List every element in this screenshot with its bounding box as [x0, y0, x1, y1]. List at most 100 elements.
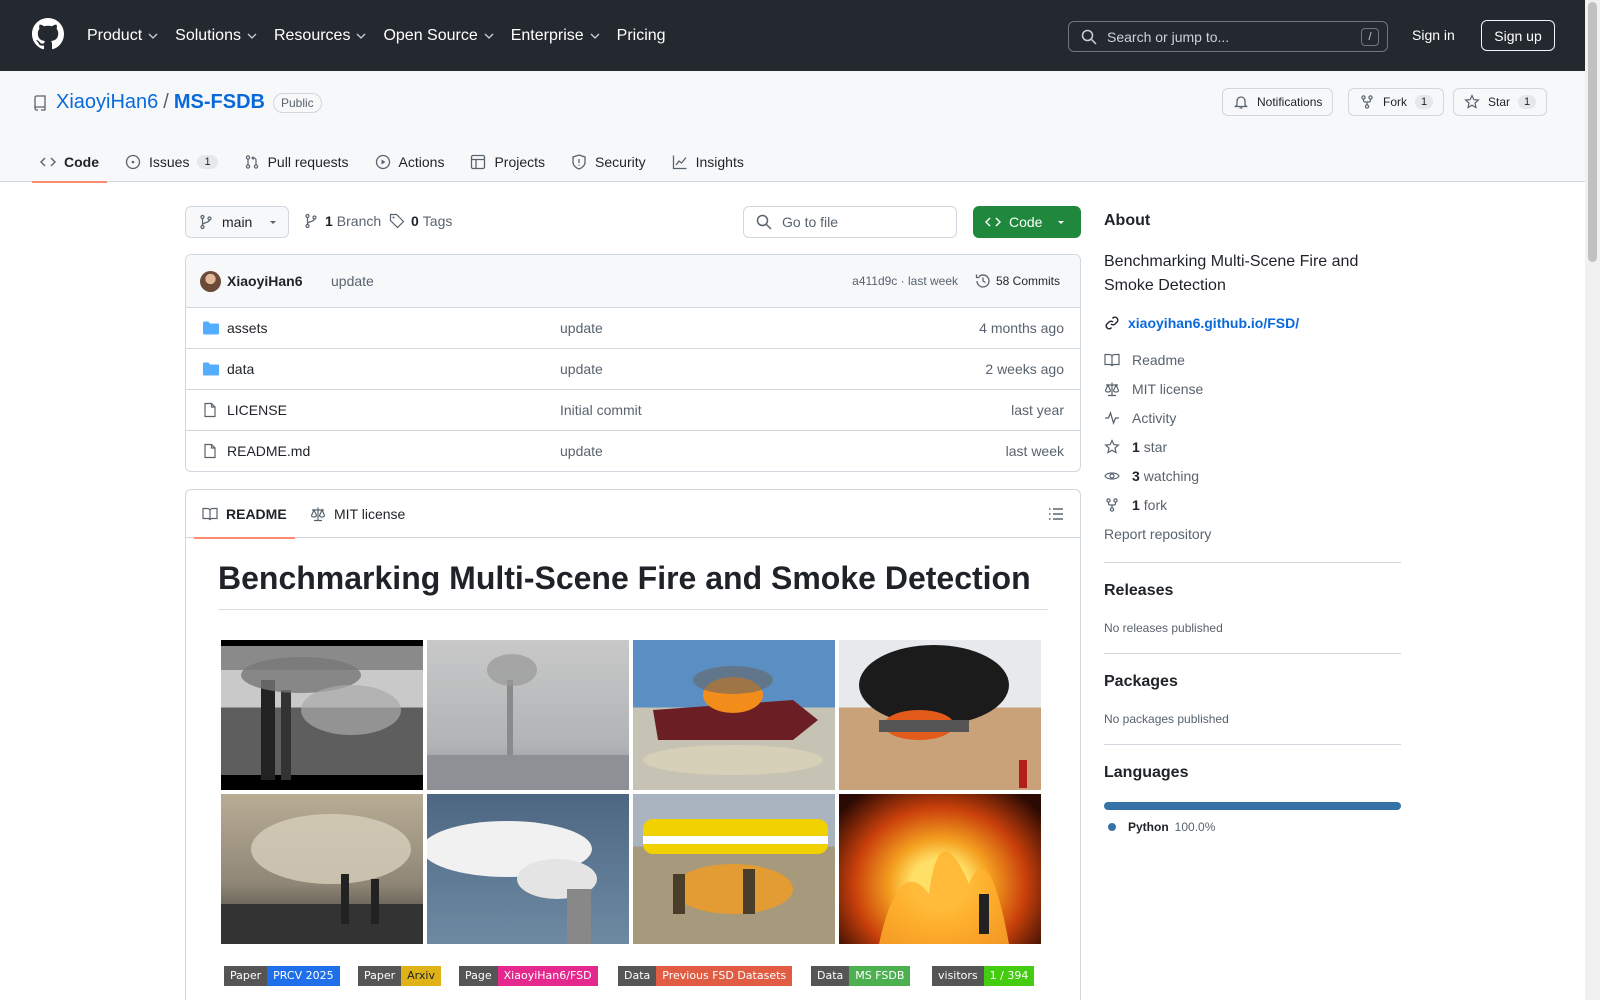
- language-item-python[interactable]: Python 100.0%: [1108, 820, 1215, 834]
- image-illustration: [221, 814, 423, 944]
- chevron-down-icon: [590, 33, 600, 39]
- badge-data-previous[interactable]: Data Previous FSD Datasets: [618, 966, 793, 986]
- nav-pricing[interactable]: Pricing: [617, 27, 666, 45]
- badge-page[interactable]: Page XiaoyiHan6/FSD: [459, 966, 598, 986]
- search-shortcut-key: /: [1361, 28, 1379, 46]
- tab-code[interactable]: Code: [32, 142, 107, 183]
- file-name-link[interactable]: LICENSE: [227, 402, 287, 418]
- report-repository-link[interactable]: Report repository: [1104, 526, 1211, 542]
- file-row[interactable]: assets update 4 months ago: [186, 308, 1080, 349]
- releases-heading[interactable]: Releases: [1104, 582, 1173, 600]
- pulse-icon: [1105, 411, 1119, 425]
- nav-enterprise[interactable]: Enterprise: [511, 27, 600, 45]
- repo-path-separator: /: [163, 91, 169, 113]
- list-icon[interactable]: [1048, 506, 1064, 522]
- file-commit-message[interactable]: update: [560, 443, 603, 459]
- branches-link[interactable]: 1 Branch: [303, 213, 381, 229]
- law-icon: [1104, 382, 1120, 397]
- image-illustration: [643, 819, 828, 914]
- scrollbar-thumb[interactable]: [1588, 2, 1597, 262]
- nav-solutions-label: Solutions: [175, 26, 241, 44]
- nav-product[interactable]: Product: [87, 27, 158, 45]
- file-name-link[interactable]: README.md: [227, 443, 310, 459]
- code-icon: [985, 217, 1001, 227]
- language-bar: [1104, 802, 1401, 810]
- badge-data-msfsdb[interactable]: Data MS FSDB: [811, 966, 911, 986]
- forks-count: 1: [1132, 497, 1140, 513]
- tab-security[interactable]: Security: [563, 142, 654, 182]
- file-row[interactable]: data update 2 weeks ago: [186, 349, 1080, 390]
- badge-label: Paper: [224, 966, 268, 986]
- forks-link[interactable]: 1 fork: [1104, 497, 1167, 513]
- file-icon: [204, 402, 216, 418]
- book-icon: [202, 507, 218, 521]
- badge-visitors[interactable]: visitors 1 / 394: [932, 966, 1035, 986]
- packages-heading[interactable]: Packages: [1104, 673, 1178, 691]
- readme-tabs: README MIT license: [186, 490, 1080, 539]
- file-name-link[interactable]: assets: [227, 320, 267, 336]
- file-row[interactable]: README.md update last week: [186, 431, 1080, 471]
- branch-count: 1: [325, 213, 333, 229]
- readme-link[interactable]: Readme: [1104, 352, 1185, 368]
- homepage-url: xiaoyihan6.github.io/FSD/: [1128, 315, 1300, 331]
- file-browser: XiaoyiHan6 update a411d9c · last week 58…: [185, 254, 1081, 472]
- tags-link[interactable]: 0 Tags: [389, 213, 452, 229]
- tab-actions[interactable]: Actions: [367, 142, 453, 182]
- github-logo-icon[interactable]: [32, 18, 64, 50]
- tab-readme[interactable]: README: [194, 490, 295, 539]
- file-commit-message[interactable]: update: [560, 320, 603, 336]
- file-name-link[interactable]: data: [227, 361, 254, 377]
- branch-select-button[interactable]: main: [185, 206, 289, 238]
- commit-history-link[interactable]: 58 Commits: [975, 273, 1060, 289]
- code-dropdown-button[interactable]: Code: [973, 206, 1081, 238]
- file-row[interactable]: LICENSE Initial commit last year: [186, 390, 1080, 431]
- badge-paper-prcv[interactable]: Paper PRCV 2025: [224, 966, 340, 986]
- sign-up-button[interactable]: Sign up: [1481, 20, 1555, 51]
- image-illustration: [879, 851, 1009, 944]
- activity-link-label: Activity: [1132, 410, 1177, 426]
- license-link[interactable]: MIT license: [1104, 381, 1203, 397]
- commit-author-link[interactable]: XiaoyiHan6: [227, 273, 302, 289]
- black-smoke-crash-image: [839, 640, 1041, 790]
- license-link-label: MIT license: [1132, 381, 1204, 397]
- commit-message-link[interactable]: update: [331, 273, 374, 289]
- tab-insights[interactable]: Insights: [664, 142, 752, 182]
- homepage-link[interactable]: xiaoyihan6.github.io/FSD/: [1104, 315, 1299, 331]
- nav-resources[interactable]: Resources: [274, 27, 366, 45]
- activity-link[interactable]: Activity: [1104, 410, 1176, 426]
- notifications-button[interactable]: Notifications: [1222, 88, 1334, 116]
- star-button[interactable]: Star 1: [1453, 88, 1548, 116]
- file-icon: [204, 443, 216, 459]
- white-smoke-chimney-image: [427, 794, 629, 944]
- avatar[interactable]: [200, 271, 221, 292]
- file-age: last year: [1011, 402, 1064, 418]
- search-input[interactable]: Search or jump to... /: [1068, 21, 1388, 52]
- badge-paper-arxiv[interactable]: Paper Arxiv: [358, 966, 441, 986]
- sign-in-link[interactable]: Sign in: [1412, 27, 1455, 43]
- nav-open-source[interactable]: Open Source: [383, 27, 494, 45]
- repo-owner-link[interactable]: XiaoyiHan6: [56, 91, 158, 114]
- eye-icon: [1104, 472, 1120, 480]
- tab-license[interactable]: MIT license: [310, 490, 405, 538]
- git-branch-icon: [200, 214, 212, 230]
- tab-pull-requests[interactable]: Pull requests: [236, 142, 357, 182]
- badge-label: Data: [618, 966, 657, 986]
- image-illustration: [643, 666, 823, 775]
- tab-projects[interactable]: Projects: [462, 142, 553, 182]
- pull-request-icon: [245, 155, 258, 169]
- page-scrollbar[interactable]: [1585, 0, 1600, 1000]
- tab-issues[interactable]: Issues 1: [117, 142, 226, 182]
- law-icon: [310, 507, 326, 522]
- file-commit-message[interactable]: update: [560, 361, 603, 377]
- repo-name-link[interactable]: MS-FSDB: [174, 91, 265, 114]
- file-commit-message[interactable]: Initial commit: [560, 402, 642, 418]
- commit-hash-link[interactable]: a411d9c · last week: [852, 274, 958, 288]
- watchers-link[interactable]: 3 watching: [1104, 468, 1199, 484]
- fork-button[interactable]: Fork 1: [1348, 88, 1445, 116]
- image-illustration: [427, 821, 597, 944]
- badge-label: visitors: [932, 966, 984, 986]
- go-to-file-input[interactable]: Go to file: [743, 206, 957, 238]
- stars-link[interactable]: 1 star: [1104, 439, 1167, 455]
- watching-label: watching: [1143, 468, 1200, 484]
- nav-solutions[interactable]: Solutions: [175, 27, 257, 45]
